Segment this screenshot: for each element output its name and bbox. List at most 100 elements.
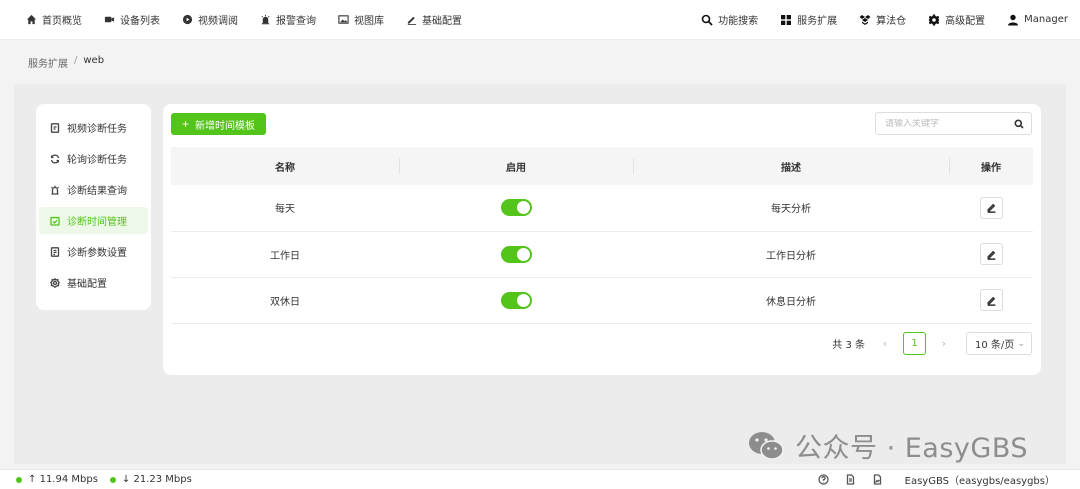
search-box — [875, 112, 1032, 135]
nav-algorithm[interactable]: 算法仓 — [859, 0, 906, 39]
cell-operation — [949, 277, 1033, 324]
table-row: 每天 每天分析 — [171, 185, 1033, 232]
pagination-total: 共 3 条 — [832, 340, 865, 351]
document-icon[interactable] — [845, 474, 856, 485]
watermark-text: 公众号 · EasyGBS — [795, 433, 1029, 464]
page-size-value: 10 条/页 — [975, 340, 1015, 351]
search-icon[interactable] — [1014, 119, 1024, 129]
nav-user-label: Manager — [1024, 14, 1068, 25]
side-menu: 视频诊断任务 轮询诊断任务 诊断结果查询 诊断时间管理 诊断参数设置 基础配置 — [36, 104, 151, 310]
status-icons: EasyGBS（easygbs/easygbs） — [802, 472, 1080, 487]
calendar-check-icon — [50, 216, 60, 226]
pen-icon — [407, 16, 417, 25]
enable-toggle[interactable] — [500, 291, 532, 309]
online-dot-icon — [16, 476, 22, 483]
content-card: + 新增时间模板 名称 启用 描述 操作 每天 每天分析 工作日 — [163, 104, 1041, 375]
enable-toggle[interactable] — [500, 245, 532, 263]
download-speed: ↓ 21.23 Mbps — [109, 474, 192, 485]
online-dot-icon — [109, 476, 116, 483]
cell-enabled — [399, 231, 633, 278]
nav-advanced[interactable]: 高级配置 — [928, 0, 985, 39]
nav-search[interactable]: 功能搜索 — [701, 0, 758, 39]
cell-desc: 每天分析 — [633, 185, 949, 232]
breadcrumb-parent[interactable]: 服务扩展 — [28, 55, 68, 70]
edit-icon — [986, 296, 995, 306]
nav-alarm-label: 报警查询 — [276, 16, 316, 27]
up-arrow-icon: ↑ — [28, 474, 37, 485]
prev-page-button[interactable]: ‹ — [879, 337, 891, 350]
nav-home-label: 首页概览 — [42, 16, 82, 27]
result-icon — [51, 185, 59, 195]
table-header-row: 名称 启用 描述 操作 — [171, 147, 1033, 185]
down-arrow-icon: ↓ — [121, 474, 131, 485]
nav-devices[interactable]: 设备列表 — [104, 0, 160, 39]
page-number[interactable]: 1 — [903, 332, 926, 355]
task-icon — [50, 122, 60, 133]
cell-desc: 休息日分析 — [633, 277, 949, 324]
page-size-select[interactable]: 10 条/页 ⌄ — [966, 332, 1032, 355]
menu-item-label: 视频诊断任务 — [67, 124, 127, 135]
nav-service-ext-label: 服务扩展 — [797, 16, 838, 27]
menu-item-basic-config[interactable]: 基础配置 — [39, 269, 148, 296]
nav-user[interactable]: Manager — [1007, 0, 1068, 39]
nav-config[interactable]: 基础配置 — [406, 0, 462, 39]
gear-icon — [928, 14, 940, 25]
params-icon — [50, 246, 60, 257]
nav-advanced-label: 高级配置 — [945, 16, 986, 27]
cell-enabled — [399, 185, 633, 232]
nav-gallery-label: 视图库 — [354, 16, 384, 27]
menu-item-label: 轮询诊断任务 — [67, 155, 127, 166]
nav-home[interactable]: 首页概览 — [26, 0, 82, 39]
menu-item-label: 诊断参数设置 — [67, 248, 127, 259]
edit-icon — [986, 203, 995, 214]
nav-service-ext[interactable]: 服务扩展 — [780, 0, 837, 39]
menu-item-diagnosis-time-management[interactable]: 诊断时间管理 — [39, 207, 148, 234]
grid-icon — [781, 14, 792, 25]
download-speed-value: 21.23 Mbps — [133, 474, 192, 485]
next-page-button[interactable]: › — [938, 337, 950, 350]
breadcrumb-current: web — [83, 55, 105, 66]
add-time-template-button[interactable]: + 新增时间模板 — [171, 113, 267, 135]
menu-item-diagnosis-params[interactable]: 诊断参数设置 — [39, 238, 148, 265]
alarm-icon — [261, 14, 270, 25]
menu-item-label: 诊断时间管理 — [67, 217, 127, 228]
nav-devices-label: 设备列表 — [120, 16, 160, 27]
menu-item-label: 基础配置 — [67, 279, 107, 290]
file-image-icon[interactable] — [872, 474, 883, 485]
cell-enabled — [399, 277, 633, 324]
cell-operation — [949, 185, 1033, 232]
image-icon — [338, 15, 349, 24]
nav-search-label: 功能搜索 — [718, 16, 759, 27]
menu-item-polling-diagnosis-task[interactable]: 轮询诊断任务 — [39, 145, 148, 172]
menu-item-diagnosis-results[interactable]: 诊断结果查询 — [39, 176, 148, 203]
edit-icon — [986, 250, 995, 260]
enable-toggle[interactable] — [500, 199, 532, 217]
header-name: 名称 — [171, 147, 399, 185]
toggle-knob — [516, 247, 530, 261]
nav-video-label: 视频调阅 — [198, 16, 238, 27]
menu-item-label: 诊断结果查询 — [67, 186, 127, 197]
cell-name: 每天 — [171, 185, 399, 232]
top-nav: 首页概览 设备列表 视频调阅 报警查询 视图库 基础配置 功能搜索 服务扩展 算… — [0, 0, 1080, 40]
settings-icon — [50, 277, 60, 288]
wechat-icon — [749, 431, 784, 460]
nav-alarm[interactable]: 报警查询 — [260, 0, 316, 39]
edit-button[interactable] — [979, 289, 1003, 311]
play-icon — [182, 14, 193, 25]
edit-button[interactable] — [979, 196, 1003, 219]
help-icon[interactable] — [817, 474, 829, 485]
menu-item-video-diagnosis-task[interactable]: 视频诊断任务 — [39, 114, 148, 141]
search-icon — [701, 14, 713, 26]
header-enabled: 启用 — [399, 147, 633, 185]
nav-config-label: 基础配置 — [422, 16, 462, 27]
edit-button[interactable] — [979, 243, 1003, 265]
search-input[interactable] — [885, 118, 1010, 129]
box-icon — [859, 14, 871, 25]
toggle-knob — [516, 293, 530, 307]
nav-gallery[interactable]: 视图库 — [338, 0, 384, 39]
nav-video[interactable]: 视频调阅 — [182, 0, 238, 39]
breadcrumb: 服务扩展 / web — [28, 55, 104, 70]
upload-speed: ↑ 11.94 Mbps — [16, 474, 98, 485]
table-row: 工作日 工作日分析 — [171, 231, 1033, 278]
pagination: 共 3 条 ‹ 1 › 10 条/页 ⌄ — [832, 332, 1032, 355]
